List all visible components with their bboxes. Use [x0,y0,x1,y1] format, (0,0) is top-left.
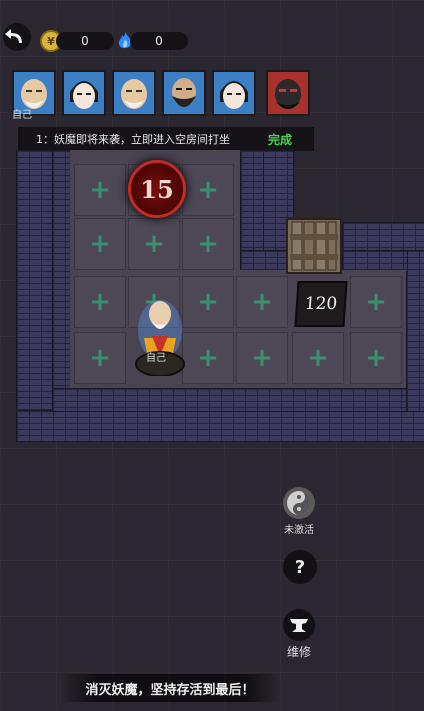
yinyang-button[interactable]: 未激活 [282,486,316,536]
gold-value: 0 [81,34,89,48]
self-tag: 自己 [12,110,32,121]
objective-banner: 消灭妖魔，坚持存活到最后！ [60,674,280,702]
anvil-icon [283,609,315,641]
question-icon: ? [283,550,317,584]
demon-portrait[interactable] [266,70,310,116]
back-button[interactable] [2,22,32,52]
inner-wall-bottom [52,388,412,412]
floor-tile[interactable]: + [350,276,402,328]
yinyang-label: 未激活 [284,525,314,536]
quest-bar: 1：妖魔即将来袭，立即进入空房间打坐 完成 [18,127,314,151]
repair-label: 维修 [286,645,311,659]
help-button[interactable]: ? [283,550,317,584]
wave-timer: 15 [128,160,186,218]
floor-tile[interactable]: + [74,164,126,216]
outer-wall-right-corridor [342,222,424,252]
yinyang-icon [283,487,315,519]
soul-value: 0 [155,34,163,48]
quest-status: 完成 [267,132,292,147]
old-monk-portrait-2[interactable] [112,70,156,116]
floor-tile[interactable]: + [74,218,126,270]
floor-tile[interactable]: + [182,276,234,328]
repair-button[interactable]: 维修 [282,608,316,660]
inner-wall-left [52,150,72,400]
floor-tile[interactable]: + [236,332,288,384]
floor-tile[interactable]: + [182,332,234,384]
wooden-door[interactable] [286,218,342,274]
young-girl-portrait[interactable] [62,70,106,116]
outer-wall-bottom [16,410,424,442]
floor-tile[interactable]: + [128,218,180,270]
floor-tile[interactable]: + [182,164,234,216]
inner-wall-right [406,250,424,412]
door-hp-value: 120 [304,294,338,314]
soul-counter: 0 [130,32,188,50]
quest-text: 1：妖魔即将来袭，立即进入空房间打坐 [36,133,230,146]
inner-wall-step [240,250,290,272]
floor-tile[interactable]: + [236,276,288,328]
objective-text: 消灭妖魔，坚持存活到最后！ [85,682,255,698]
young-girl-portrait-2[interactable] [212,70,256,116]
gold-counter: 0 [56,32,114,50]
bearded-warrior-portrait[interactable] [162,70,206,116]
inner-wall-corridor [342,250,408,272]
floor-tile[interactable]: + [74,332,126,384]
door-hp-block: 120 [294,281,348,327]
player-tag: 自己 [146,353,166,364]
floor-tile[interactable]: + [74,276,126,328]
floor-tile[interactable]: + [182,218,234,270]
back-arrow-icon [3,23,31,51]
floor-tile[interactable]: + [292,332,344,384]
floor-tile[interactable]: + [350,332,402,384]
outer-wall-left [16,150,54,442]
